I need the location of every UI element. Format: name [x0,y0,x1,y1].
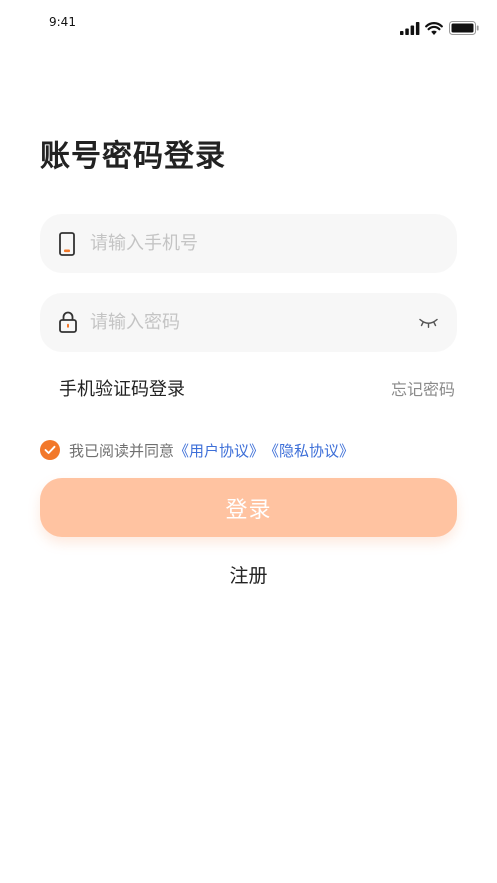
phone-field[interactable] [40,214,457,273]
agreement-row: 我已阅读并同意 《用户协议》 《隐私协议》 [40,440,354,460]
status-time: 9:41 [49,15,76,29]
phone-input[interactable] [90,214,410,273]
password-field[interactable] [40,293,457,352]
agree-checkbox[interactable] [40,440,60,460]
status-icons [400,19,479,37]
status-bar: 9:41 [0,0,497,44]
password-input[interactable] [90,293,410,352]
forgot-password-link[interactable]: 忘记密码 [391,376,455,400]
phone-icon [58,232,76,256]
agreement-text: 我已阅读并同意 [69,441,175,460]
eye-closed-icon[interactable] [419,318,438,328]
check-icon [44,445,56,454]
register-link[interactable]: 注册 [0,561,497,588]
signal-icon [400,21,420,35]
login-button[interactable]: 登录 [40,478,457,537]
page-title: 账号密码登录 [40,139,226,174]
lock-icon [58,311,78,333]
privacy-policy-link[interactable]: 《隐私协议》 [264,440,354,461]
wifi-icon [425,21,443,35]
battery-icon [449,21,479,35]
sms-login-link[interactable]: 手机验证码登录 [59,375,185,401]
user-agreement-link[interactable]: 《用户协议》 [174,440,264,461]
